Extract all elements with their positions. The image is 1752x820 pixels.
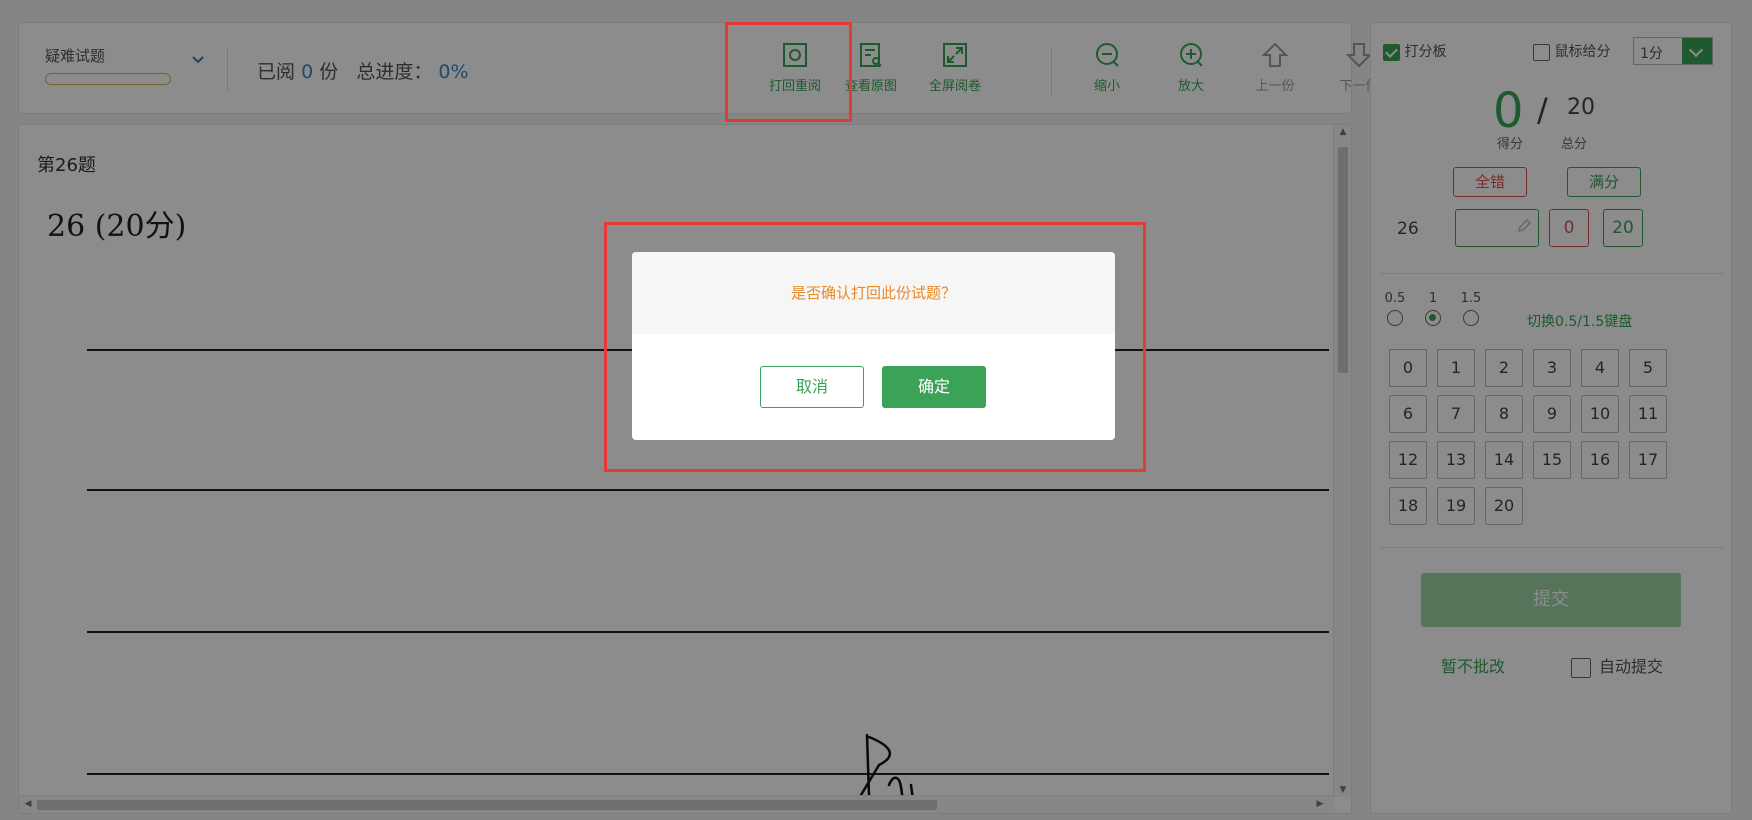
confirm-button[interactable]: 确定 bbox=[882, 366, 986, 408]
confirm-recall-dialog: 是否确认打回此份试题？ 取消 确定 bbox=[632, 252, 1115, 440]
cancel-button[interactable]: 取消 bbox=[760, 366, 864, 408]
dialog-message: 是否确认打回此份试题？ bbox=[632, 252, 1115, 334]
